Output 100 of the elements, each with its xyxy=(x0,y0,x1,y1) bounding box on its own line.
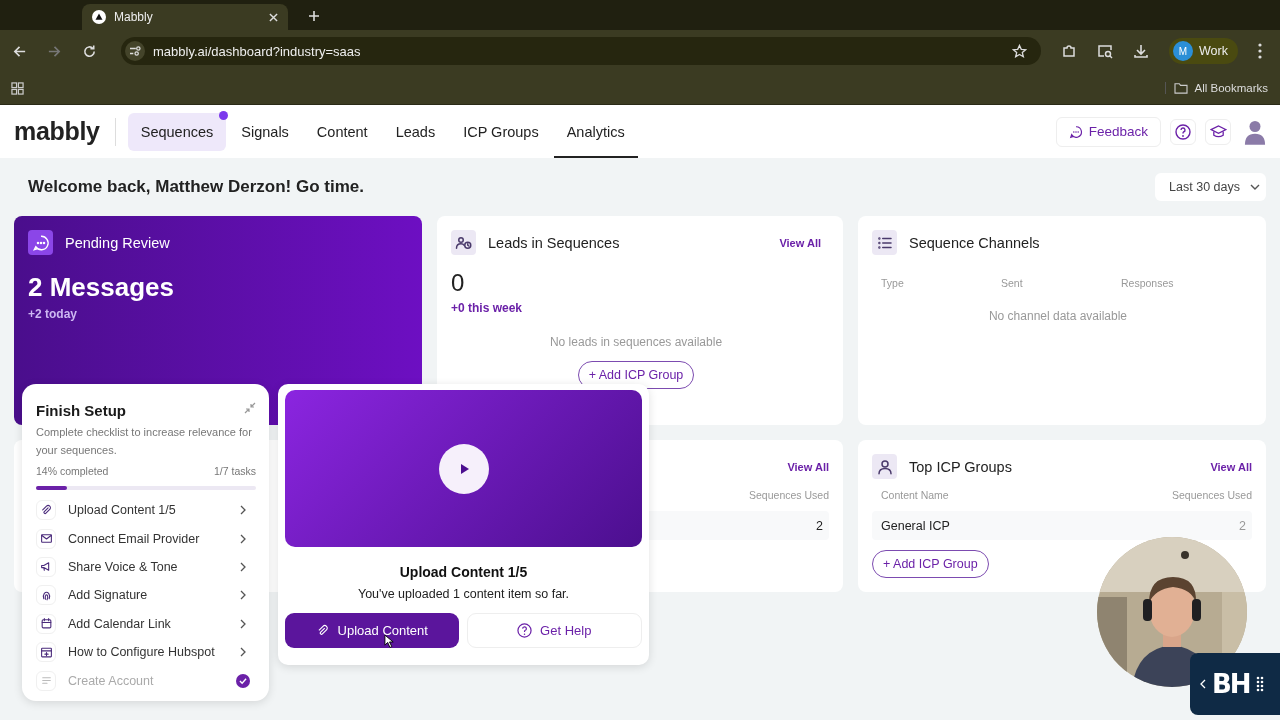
nav-tab[interactable]: Sequences xyxy=(127,112,227,151)
panel-description: Complete checklist to increase relevance for your sequences. xyxy=(36,425,253,458)
lead-count: 0 xyxy=(451,269,466,297)
empty-message: No leads in sequences available xyxy=(548,335,724,349)
help-button[interactable] xyxy=(1170,118,1196,145)
video-player[interactable] xyxy=(285,390,642,547)
table-cell: 2 xyxy=(816,518,823,533)
checklist-item[interactable]: Share Voice & Tone xyxy=(36,552,256,582)
address-bar[interactable]: mabbly.ai/dashboard?industry=saas xyxy=(121,37,1041,65)
site-settings-icon[interactable] xyxy=(125,41,145,61)
mouse-pointer-icon xyxy=(384,634,395,649)
view-all-link[interactable]: View All xyxy=(1210,460,1252,473)
chat-bubble-icon xyxy=(28,230,53,255)
checklist-icon xyxy=(36,613,56,634)
all-bookmarks-button[interactable]: All Bookmarks xyxy=(1164,82,1268,94)
add-icp-group-button[interactable]: + Add ICP Group xyxy=(872,550,989,578)
table-cell: General ICP xyxy=(881,518,950,533)
popover-text: You've uploaded 1 content item so far. xyxy=(356,587,571,601)
play-button-icon[interactable] xyxy=(438,443,489,494)
column-header: Content Name xyxy=(881,489,949,501)
daily-change: +2 today xyxy=(28,307,79,321)
check-circle-icon xyxy=(236,673,250,688)
graduation-cap-icon xyxy=(1209,124,1227,139)
chevron-right-icon xyxy=(240,590,246,601)
side-widget[interactable]: BH xyxy=(1190,653,1280,715)
download-icon[interactable] xyxy=(1133,43,1149,59)
weekly-change: +0 this week xyxy=(451,301,524,315)
help-icon xyxy=(517,623,533,638)
popover-title: Upload Content 1/5 xyxy=(398,564,529,580)
list-icon xyxy=(872,230,897,255)
nav-tab[interactable]: ICP Groups xyxy=(450,112,552,151)
task-count: 1/7 tasks xyxy=(213,465,256,477)
person-icon xyxy=(872,454,897,479)
close-icon[interactable] xyxy=(269,12,278,22)
checklist-icon xyxy=(36,585,56,606)
nav-tab[interactable]: Analytics xyxy=(553,105,638,158)
chevron-down-icon xyxy=(1250,184,1260,190)
add-icp-group-button[interactable]: + Add ICP Group xyxy=(577,361,695,389)
column-header: Sent xyxy=(1001,277,1024,289)
chevron-right-icon xyxy=(240,647,246,658)
chevron-right-icon xyxy=(240,561,246,572)
widget-logo: BH xyxy=(1212,669,1250,699)
view-all-link[interactable]: View All xyxy=(779,236,821,249)
feedback-button[interactable]: Feedback xyxy=(1055,116,1161,147)
url-text: mabbly.ai/dashboard?industry=saas xyxy=(153,43,361,59)
card-title: Leads in Sequences xyxy=(488,234,620,251)
nav-tab[interactable]: Leads xyxy=(382,112,449,151)
checklist-icon xyxy=(36,670,56,691)
star-icon[interactable] xyxy=(1012,43,1027,59)
get-help-button[interactable]: Get Help xyxy=(466,613,642,648)
chat-bubble-icon xyxy=(1068,124,1083,139)
checklist-item[interactable]: Connect Email Provider xyxy=(36,524,256,553)
column-header: Sequences Used xyxy=(1172,489,1252,501)
collapse-icon[interactable] xyxy=(244,402,256,414)
apps-grid-icon[interactable] xyxy=(11,81,24,95)
browser-tab[interactable]: Mabbly xyxy=(82,4,288,30)
checklist-item[interactable]: Add Signature xyxy=(36,581,256,610)
empty-message: No channel data available xyxy=(987,309,1129,323)
triangle-logo-icon xyxy=(92,10,106,24)
drag-handle-icon[interactable] xyxy=(1255,676,1264,692)
nav-tab[interactable]: Content xyxy=(303,112,381,151)
checklist-item[interactable]: Add Calendar Link xyxy=(36,609,256,638)
plus-icon[interactable] xyxy=(308,10,320,22)
chevron-right-icon xyxy=(240,505,246,516)
reload-icon[interactable] xyxy=(82,43,97,59)
chevron-left-icon[interactable] xyxy=(1200,679,1206,689)
profile-avatar: M xyxy=(1173,41,1193,61)
table-row[interactable]: General ICP 2 xyxy=(872,511,1252,540)
message-count: 2 Messages xyxy=(28,272,175,303)
welcome-heading: Welcome back, Matthew Derzon! Go time. xyxy=(28,177,365,197)
date-range-dropdown[interactable]: Last 30 days xyxy=(1155,173,1266,201)
checklist-item[interactable]: How to Configure Hubspot xyxy=(36,637,256,667)
help-icon xyxy=(1175,123,1191,140)
tab-title: Mabbly xyxy=(114,10,154,24)
card-title: Pending Review xyxy=(65,234,170,251)
card-title: Top ICP Groups xyxy=(909,458,1012,475)
more-menu-icon[interactable] xyxy=(1257,43,1262,59)
profile-chip[interactable]: M Work xyxy=(1169,38,1238,64)
view-all-link[interactable]: View All xyxy=(787,460,829,473)
nav-tab[interactable]: Signals xyxy=(228,112,302,151)
chevron-right-icon xyxy=(240,618,246,629)
checklist-icon xyxy=(36,556,56,577)
upload-content-button[interactable]: Upload Content xyxy=(285,613,459,648)
checklist-icon xyxy=(36,528,56,549)
learning-button[interactable] xyxy=(1205,118,1231,145)
checklist-item[interactable]: Upload Content 1/5 xyxy=(36,496,256,525)
people-clock-icon xyxy=(451,230,476,255)
puzzle-piece-icon[interactable] xyxy=(1061,43,1077,59)
progress-label: 14% completed xyxy=(36,465,109,477)
checklist-icon xyxy=(36,642,56,663)
logo[interactable]: mabbly xyxy=(14,117,100,146)
profile-name: Work xyxy=(1199,44,1228,58)
panel-title: Finish Setup xyxy=(36,402,126,419)
folder-icon xyxy=(1173,82,1188,94)
card-title: Sequence Channels xyxy=(909,234,1040,251)
column-header: Type xyxy=(881,277,905,289)
search-tab-icon[interactable] xyxy=(1097,43,1113,59)
table-cell: 2 xyxy=(1239,518,1246,533)
user-avatar-icon[interactable] xyxy=(1244,118,1266,145)
column-header: Responses xyxy=(1121,277,1175,289)
